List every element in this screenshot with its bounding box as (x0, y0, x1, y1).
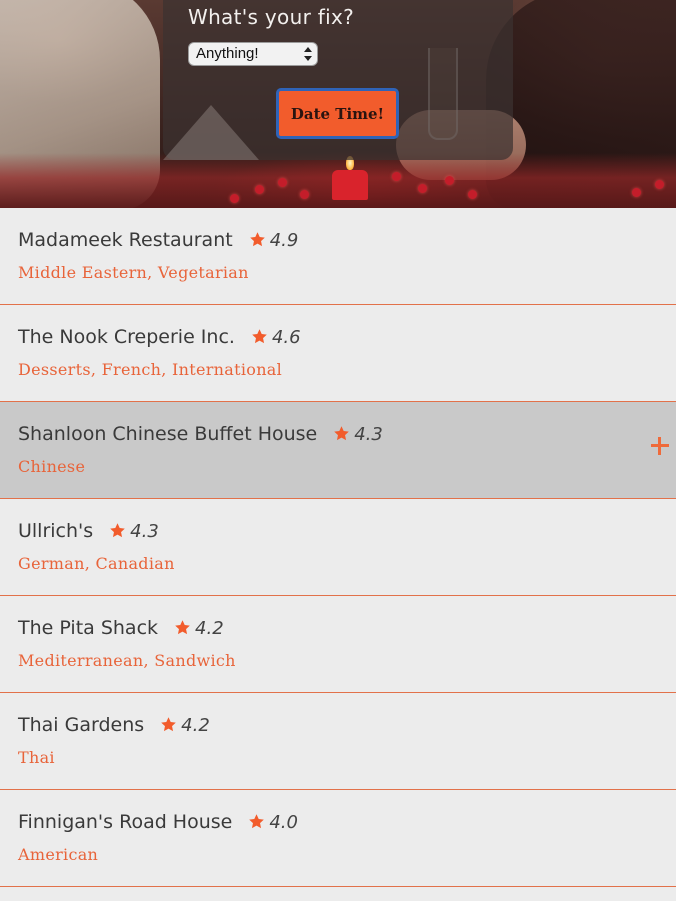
berry-decoration (300, 190, 309, 199)
restaurant-name: Madameek Restaurant (18, 229, 233, 251)
restaurant-row[interactable]: Finnigan's Road House 4.0 American (0, 790, 676, 887)
star-icon (109, 522, 126, 539)
restaurant-rating: 4.3 (354, 424, 383, 445)
star-icon (249, 231, 266, 248)
restaurant-title-line: The Pita Shack 4.2 (18, 617, 224, 639)
restaurant-row[interactable]: Madameek Restaurant 4.9 Middle Eastern, Ve… (0, 208, 676, 305)
restaurant-cuisines: Thai (18, 748, 55, 767)
restaurant-name: Shanloon Chinese Buffet House (18, 423, 318, 445)
restaurant-name: The Pita Shack (18, 617, 159, 639)
restaurant-name: The Nook Creperie Inc. (18, 326, 235, 348)
star-icon (248, 813, 265, 830)
restaurant-rating: 4.6 (271, 327, 301, 348)
berry-decoration (255, 185, 264, 194)
restaurant-name: Finnigan's Road House (18, 811, 233, 833)
restaurant-list: Madameek Restaurant 4.9 Middle Eastern, Ve… (0, 208, 676, 887)
restaurant-cuisines: Chinese (18, 457, 86, 476)
star-icon (174, 619, 191, 636)
restaurant-name: Thai Gardens (18, 714, 145, 736)
restaurant-cuisines: Middle Eastern, Vegetarian (18, 263, 249, 282)
restaurant-row[interactable]: The Nook Creperie Inc. 4.6 Desserts, Frenc… (0, 305, 676, 402)
restaurant-cuisines: Mediterranean, Sandwich (18, 651, 236, 670)
berry-decoration (418, 184, 427, 193)
restaurant-rating: 4.2 (181, 715, 210, 736)
restaurant-cuisines: American (18, 845, 99, 864)
restaurant-rating: 4.2 (195, 618, 224, 639)
restaurant-title-line: Shanloon Chinese Buffet House 4.3 (18, 423, 383, 445)
star-icon (333, 425, 350, 442)
restaurant-cuisines: German, Canadian (18, 554, 175, 573)
restaurant-title-line: Finnigan's Road House 4.0 (18, 811, 298, 833)
berry-decoration (230, 194, 239, 203)
restaurant-title-line: Thai Gardens 4.2 (18, 714, 210, 736)
star-icon (251, 328, 268, 345)
restaurant-cuisines: Desserts, French, International (18, 360, 283, 379)
cuisine-select[interactable]: Anything! (188, 42, 318, 66)
fix-prompt-label: What's your fix? (188, 5, 355, 29)
restaurant-row[interactable]: Ullrich's 4.3 German, Canadian (0, 499, 676, 596)
star-icon (160, 716, 177, 733)
select-arrows-icon (304, 46, 312, 62)
berry-decoration (632, 188, 641, 197)
berry-decoration (655, 180, 664, 189)
plus-icon[interactable] (650, 436, 670, 456)
hero-banner: What's your fix? Anything! Date Time! (0, 0, 676, 208)
restaurant-row[interactable]: Thai Gardens 4.2 Thai (0, 693, 676, 790)
berry-decoration (278, 178, 287, 187)
berry-decoration (392, 172, 401, 181)
date-time-button[interactable]: Date Time! (276, 88, 399, 139)
berry-decoration (445, 176, 454, 185)
restaurant-row[interactable]: The Pita Shack 4.2 Mediterranean, Sandwich (0, 596, 676, 693)
panel-decoration (163, 105, 259, 160)
restaurant-title-line: The Nook Creperie Inc. 4.6 (18, 326, 301, 348)
restaurant-row[interactable]: Shanloon Chinese Buffet House 4.3 Chinese (0, 402, 676, 499)
restaurant-title-line: Madameek Restaurant 4.9 (18, 229, 298, 251)
restaurant-name: Ullrich's (18, 520, 94, 542)
cuisine-select-value: Anything! (196, 45, 259, 62)
berry-decoration (468, 190, 477, 199)
restaurant-rating: 4.9 (269, 230, 299, 251)
restaurant-rating: 4.0 (269, 812, 298, 833)
restaurant-rating: 4.3 (130, 521, 159, 542)
restaurant-title-line: Ullrich's 4.3 (18, 520, 159, 542)
candle-image (332, 170, 368, 200)
